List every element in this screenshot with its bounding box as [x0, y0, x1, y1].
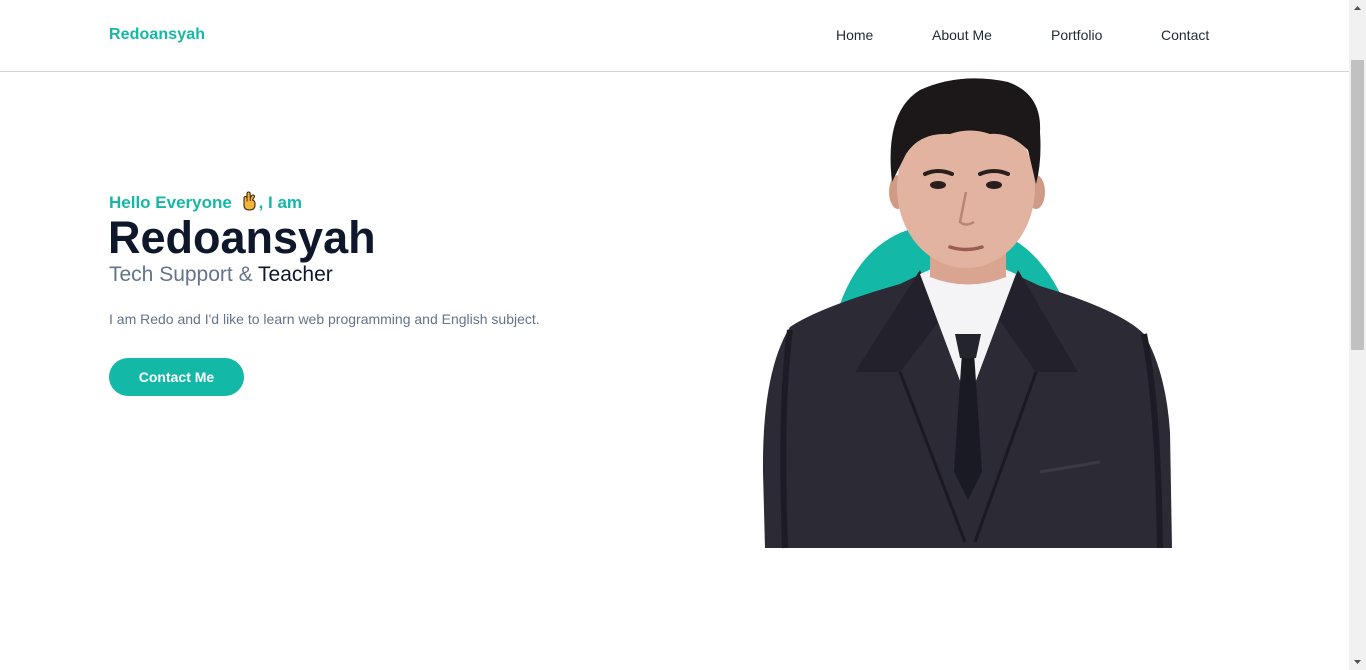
page: Redoansyah Home About Me Portfolio Conta… — [0, 0, 1349, 670]
navbar: Redoansyah Home About Me Portfolio Conta… — [0, 0, 1349, 72]
crossed-fingers-icon — [243, 191, 256, 211]
profile-photo — [762, 78, 1172, 549]
scroll-thumb[interactable] — [1351, 60, 1364, 350]
hero-role: Tech Support & Teacher — [109, 262, 333, 288]
nav-home[interactable]: Home — [836, 27, 873, 43]
greeting-prefix: Hello Everyone — [109, 193, 237, 212]
hero-greeting: Hello Everyone , I am — [109, 190, 302, 213]
hero-name: Redoansyah — [108, 212, 376, 263]
scroll-up-arrow-icon[interactable] — [1349, 0, 1366, 17]
role-primary: Tech Support & — [109, 263, 259, 286]
brand-logo[interactable]: Redoansyah — [109, 26, 205, 44]
greeting-suffix: , I am — [258, 193, 303, 212]
role-accent: Teacher — [258, 263, 333, 286]
scroll-down-arrow-icon[interactable] — [1349, 653, 1366, 670]
contact-me-button[interactable]: Contact Me — [109, 358, 244, 396]
hero-description: I am Redo and I'd like to learn web prog… — [109, 311, 540, 327]
nav-about-me[interactable]: About Me — [932, 27, 992, 43]
nav-portfolio[interactable]: Portfolio — [1051, 27, 1102, 43]
nav-contact[interactable]: Contact — [1161, 27, 1209, 43]
scrollbar[interactable] — [1349, 0, 1366, 670]
